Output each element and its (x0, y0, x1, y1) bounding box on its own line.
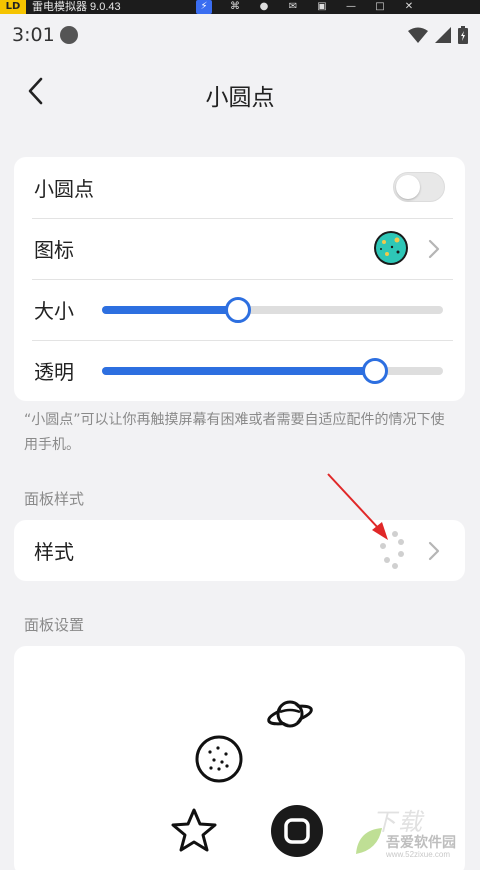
notification-dot-icon (60, 26, 78, 44)
chevron-right-icon (428, 541, 440, 561)
icon-label: 图标 (34, 238, 74, 262)
watermark-url: www.52zixue.com (386, 850, 451, 859)
opacity-label: 透明 (34, 360, 74, 384)
size-row: 大小 (14, 279, 465, 340)
size-slider-thumb[interactable] (225, 297, 252, 323)
icon-row[interactable]: 图标 (14, 218, 465, 279)
opacity-row: 透明 (14, 340, 465, 401)
gamepad-icon[interactable]: ⌘ (224, 0, 246, 14)
cookie-icon[interactable] (194, 734, 244, 784)
toggle-label: 小圆点 (34, 177, 94, 201)
toggle-row[interactable]: 小圆点 (14, 157, 465, 218)
leaf-logo-icon (356, 828, 382, 854)
close-icon[interactable]: ✕ (398, 0, 420, 14)
panel-settings-section-title: 面板设置 (24, 616, 85, 634)
maximize-icon[interactable]: □ (369, 0, 391, 14)
chevron-right-icon (428, 239, 440, 259)
page-title: 小圆点 (205, 85, 275, 111)
star-icon[interactable] (169, 806, 219, 856)
opacity-slider-thumb[interactable] (361, 358, 388, 384)
size-slider-fill (102, 306, 239, 314)
mail-icon[interactable]: ✉ (282, 0, 304, 14)
watermark-text: 吾爱软件园 (386, 835, 456, 851)
watermark-logo: 下载 吾爱软件园 www.52zixue.com (346, 802, 472, 862)
planet-icon[interactable] (266, 694, 314, 734)
toggle-knob (396, 175, 420, 199)
size-label: 大小 (34, 299, 74, 323)
floating-dot-toggle[interactable] (393, 172, 445, 202)
floating-dot-settings-card: 小圆点 图标 大小 透明 (14, 157, 465, 401)
opacity-slider[interactable] (102, 358, 443, 384)
size-slider[interactable] (102, 297, 443, 323)
battery-icon (458, 26, 468, 44)
wifi-icon (408, 27, 428, 43)
user-icon[interactable]: ● (253, 0, 275, 14)
panel-style-section-title: 面板样式 (24, 490, 85, 508)
gift-icon[interactable]: ▣ (311, 0, 333, 14)
bolt-icon[interactable]: ⚡ (196, 0, 212, 14)
emulator-title: 雷电模拟器 9.0.43 (32, 1, 121, 13)
emulator-logo: LD (0, 0, 26, 14)
opacity-slider-fill (102, 367, 375, 375)
emulator-title-bar: LD 雷电模拟器 9.0.43 ⚡ ⌘ ● ✉ ▣ — □ ✕ (0, 0, 480, 14)
minimize-icon[interactable]: — (340, 0, 362, 14)
annotation-arrow-icon (327, 473, 388, 540)
style-label: 样式 (34, 540, 74, 564)
description-text: “小圆点”可以让你再触摸屏幕有困难或者需要自适应配件的情况下使用手机。 (24, 412, 445, 453)
status-bar: 3:01 (0, 14, 480, 58)
signal-icon (435, 27, 451, 43)
planet-icon (374, 231, 408, 265)
status-time: 3:01 (12, 24, 55, 46)
home-button-icon[interactable] (270, 804, 324, 858)
